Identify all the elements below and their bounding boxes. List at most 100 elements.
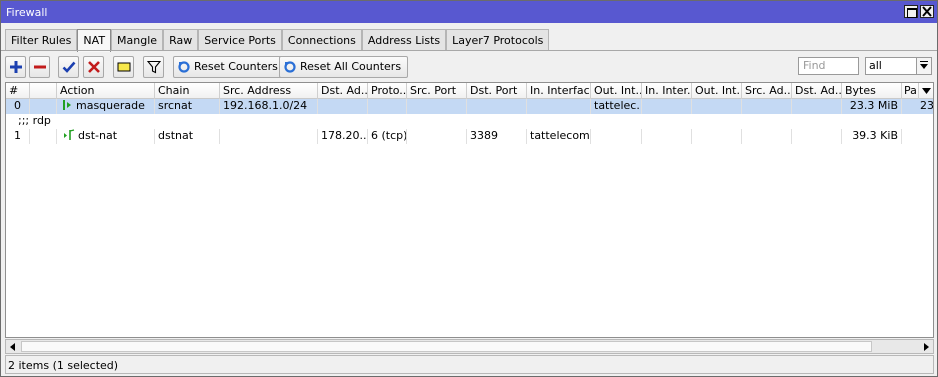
column-header-src-address[interactable]: Src. Address <box>220 83 318 99</box>
row-dst-port: 3389 <box>467 129 527 144</box>
tab-layer7-protocols[interactable]: Layer7 Protocols <box>446 29 550 51</box>
tab-filter-rules[interactable]: Filter Rules <box>5 29 78 51</box>
row-out-interface: tattelec... <box>591 99 642 114</box>
table-row[interactable]: 1 dst-nat dstnat 178.20... 6 (tcp) 3389 … <box>6 129 933 144</box>
row-src-port <box>407 129 467 144</box>
plus-icon <box>10 61 22 73</box>
row-number: 0 <box>6 99 30 114</box>
firewall-window: Firewall Filter Rules NAT Mangle Raw Ser… <box>0 0 938 377</box>
row-number: 1 <box>6 129 30 144</box>
status-text: 2 items (1 selected) <box>8 359 119 372</box>
row-dst-port <box>467 99 527 114</box>
comment-button[interactable] <box>113 56 134 78</box>
filter-select-value: all <box>869 59 882 72</box>
row-dst-address: 178.20... <box>318 129 368 144</box>
scrollbar-thumb[interactable] <box>21 341 872 352</box>
row-action: dst-nat <box>57 129 155 144</box>
row-flags <box>30 99 57 114</box>
maximize-button[interactable] <box>904 5 918 18</box>
tab-service-ports[interactable]: Service Ports <box>198 29 282 51</box>
reset-icon <box>284 61 296 73</box>
enable-button[interactable] <box>58 56 79 78</box>
checkmark-icon <box>62 61 76 73</box>
column-header-protocol[interactable]: Proto... <box>368 83 407 99</box>
row-in-interface-list <box>642 99 692 114</box>
dst-nat-icon <box>64 129 75 140</box>
column-header-in-interface-list[interactable]: In. Inter... <box>642 83 692 99</box>
row-action-label: masquerade <box>76 99 145 112</box>
column-header-number[interactable]: # <box>6 83 30 99</box>
column-header-dst-address-list[interactable]: Dst. Ad... <box>792 83 842 99</box>
row-protocol <box>368 99 407 114</box>
chevron-down-icon <box>922 88 931 94</box>
row-chain: dstnat <box>155 129 220 144</box>
row-src-address: 192.168.1.0/24 <box>220 99 318 114</box>
column-chooser-button[interactable] <box>919 83 933 99</box>
scroll-right-icon[interactable] <box>919 340 933 353</box>
window-title: Firewall <box>6 6 48 19</box>
toolbar: Reset Counters Reset All Counters <box>1 54 937 80</box>
reset-all-counters-label: Reset All Counters <box>300 60 402 73</box>
rule-comment[interactable]: ;;; rdp <box>18 114 51 129</box>
column-header-packets[interactable]: Pa <box>902 83 919 99</box>
row-dst-address-list <box>792 129 842 144</box>
column-header-dst-port[interactable]: Dst. Port <box>467 83 527 99</box>
table-header: # Action Chain Src. Address Dst. Ad... P… <box>6 83 933 99</box>
column-header-out-interface-list[interactable]: Out. Int... <box>692 83 742 99</box>
column-header-src-address-list[interactable]: Src. Ad... <box>742 83 792 99</box>
row-in-interface-list <box>642 129 692 144</box>
row-protocol: 6 (tcp) <box>368 129 407 144</box>
masquerade-icon <box>63 100 71 110</box>
horizontal-scrollbar[interactable] <box>5 339 934 354</box>
minus-icon <box>34 65 46 69</box>
close-icon <box>922 6 932 17</box>
scroll-left-icon[interactable] <box>6 340 20 353</box>
row-in-interface: tattelecom <box>527 129 591 144</box>
column-header-src-port[interactable]: Src. Port <box>407 83 467 99</box>
reset-counters-label: Reset Counters <box>194 60 278 73</box>
table-row[interactable]: 0 masquerade srcnat 192.168.1.0/24 tatte… <box>6 99 933 114</box>
find-input[interactable]: Find <box>798 57 859 75</box>
reset-counters-button[interactable]: Reset Counters <box>173 56 285 78</box>
tab-raw[interactable]: Raw <box>163 29 199 51</box>
row-bytes: 39.3 KiB <box>842 129 902 144</box>
row-chain: srcnat <box>155 99 220 114</box>
column-header-flags[interactable] <box>30 83 57 99</box>
tab-address-lists[interactable]: Address Lists <box>361 29 447 51</box>
row-src-port <box>407 99 467 114</box>
row-out-interface-list <box>692 99 742 114</box>
add-button[interactable] <box>5 56 26 78</box>
tab-mangle[interactable]: Mangle <box>111 29 164 51</box>
remove-button[interactable] <box>29 56 50 78</box>
column-header-in-interface[interactable]: In. Interface <box>527 83 591 99</box>
row-src-address-list <box>742 129 792 144</box>
column-header-out-interface[interactable]: Out. Int... <box>591 83 642 99</box>
close-button[interactable] <box>920 5 934 18</box>
tab-nat[interactable]: NAT <box>77 29 112 52</box>
row-out-interface <box>591 129 642 144</box>
disable-button[interactable] <box>83 56 104 78</box>
filter-button[interactable] <box>143 56 164 78</box>
row-action-label: dst-nat <box>78 129 118 142</box>
tab-bar: Filter Rules NAT Mangle Raw Service Port… <box>5 29 550 52</box>
nat-rules-table: # Action Chain Src. Address Dst. Ad... P… <box>5 82 934 338</box>
row-src-address-list <box>742 99 792 114</box>
row-packets: 23 <box>902 99 933 114</box>
tab-connections[interactable]: Connections <box>281 29 362 51</box>
dropdown-arrow-icon[interactable] <box>916 58 931 74</box>
column-header-bytes[interactable]: Bytes <box>842 83 902 99</box>
reset-all-counters-button[interactable]: Reset All Counters <box>279 56 409 78</box>
row-dst-address <box>318 99 368 114</box>
row-action: masquerade <box>57 99 155 114</box>
column-header-chain[interactable]: Chain <box>155 83 220 99</box>
x-mark-icon <box>88 61 100 73</box>
comment-note-icon <box>117 62 131 72</box>
title-bar[interactable]: Firewall <box>1 1 937 23</box>
row-packets <box>902 129 933 144</box>
column-header-action[interactable]: Action <box>57 83 155 99</box>
row-bytes: 23.3 MiB <box>842 99 902 114</box>
filter-select[interactable]: all <box>865 57 932 75</box>
row-flags <box>30 129 57 144</box>
row-in-interface <box>527 99 591 114</box>
column-header-dst-address[interactable]: Dst. Ad... <box>318 83 368 99</box>
